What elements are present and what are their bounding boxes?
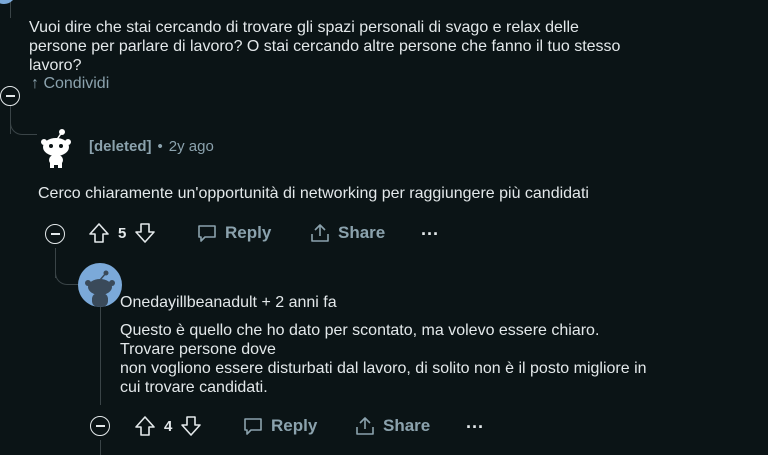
comment-author[interactable]: [deleted]: [89, 138, 152, 155]
thread-connector-level2: [55, 258, 78, 285]
avatar: [78, 263, 122, 307]
vote-group-comment2: 4: [134, 415, 202, 437]
comment2-line: Trovare persone dove: [120, 341, 276, 358]
comment2-body: Questo è quello che ho dato per scontato…: [120, 321, 740, 397]
downvote-icon[interactable]: [180, 415, 202, 437]
comment1-meta: [deleted] • 2y ago: [89, 138, 214, 155]
parent-comment-line: persone per parlare di lavoro? O stai ce…: [29, 38, 621, 55]
comment-time: 2y ago: [168, 138, 214, 155]
vote-count: 5: [118, 224, 127, 242]
upvote-icon[interactable]: [88, 222, 110, 244]
collapse-button-comment2[interactable]: [90, 416, 110, 436]
share-button[interactable]: Share: [309, 222, 385, 244]
reply-label: Reply: [225, 223, 272, 242]
comment-bubble-icon: [242, 415, 264, 437]
thread-line-top: [10, 0, 11, 18]
collapse-button-comment1[interactable]: [45, 224, 65, 244]
comment2-line: non vogliono essere disturbati dal lavor…: [120, 360, 647, 377]
thread-line-bottom: [100, 440, 101, 455]
more-options-icon[interactable]: ···: [421, 224, 439, 245]
parent-comment-line: lavoro?: [29, 57, 82, 74]
share-label: Share: [383, 416, 431, 435]
reply-label: Reply: [271, 416, 318, 435]
comment2-meta[interactable]: Onedayillbeanadult + 2 anni fa: [120, 293, 337, 312]
downvote-icon[interactable]: [134, 222, 156, 244]
share-icon: [309, 222, 331, 244]
meta-separator: •: [157, 138, 163, 155]
reply-button[interactable]: Reply: [196, 222, 271, 244]
upvote-icon[interactable]: [134, 415, 156, 437]
comment1-body: Cerco chiaramente un'opportunità di netw…: [38, 185, 589, 202]
share-label: Share: [338, 223, 386, 242]
vote-group-comment1: 5: [88, 222, 156, 244]
thread-connector-level1: [10, 114, 37, 135]
thread-line-comment2: [100, 305, 101, 405]
avatar-snoo: [38, 127, 74, 169]
avatar-partial: [0, 0, 16, 4]
parent-comment-body: Vuoi dire che stai cercando di trovare g…: [29, 18, 749, 75]
parent-comment-line: Vuoi dire che stai cercando di trovare g…: [29, 19, 579, 36]
share-icon: [354, 415, 376, 437]
comment2-line: Questo è quello che ho dato per scontato…: [120, 322, 600, 339]
share-button[interactable]: Share: [354, 415, 430, 437]
comment2-line: cui trovare candidati.: [120, 379, 268, 396]
share-link[interactable]: ↑ Condividi: [31, 75, 109, 93]
comment-bubble-icon: [196, 222, 218, 244]
vote-count: 4: [164, 417, 173, 435]
collapse-button-parent[interactable]: [0, 86, 20, 106]
more-options-icon[interactable]: ···: [466, 417, 484, 438]
reply-button[interactable]: Reply: [242, 415, 317, 437]
